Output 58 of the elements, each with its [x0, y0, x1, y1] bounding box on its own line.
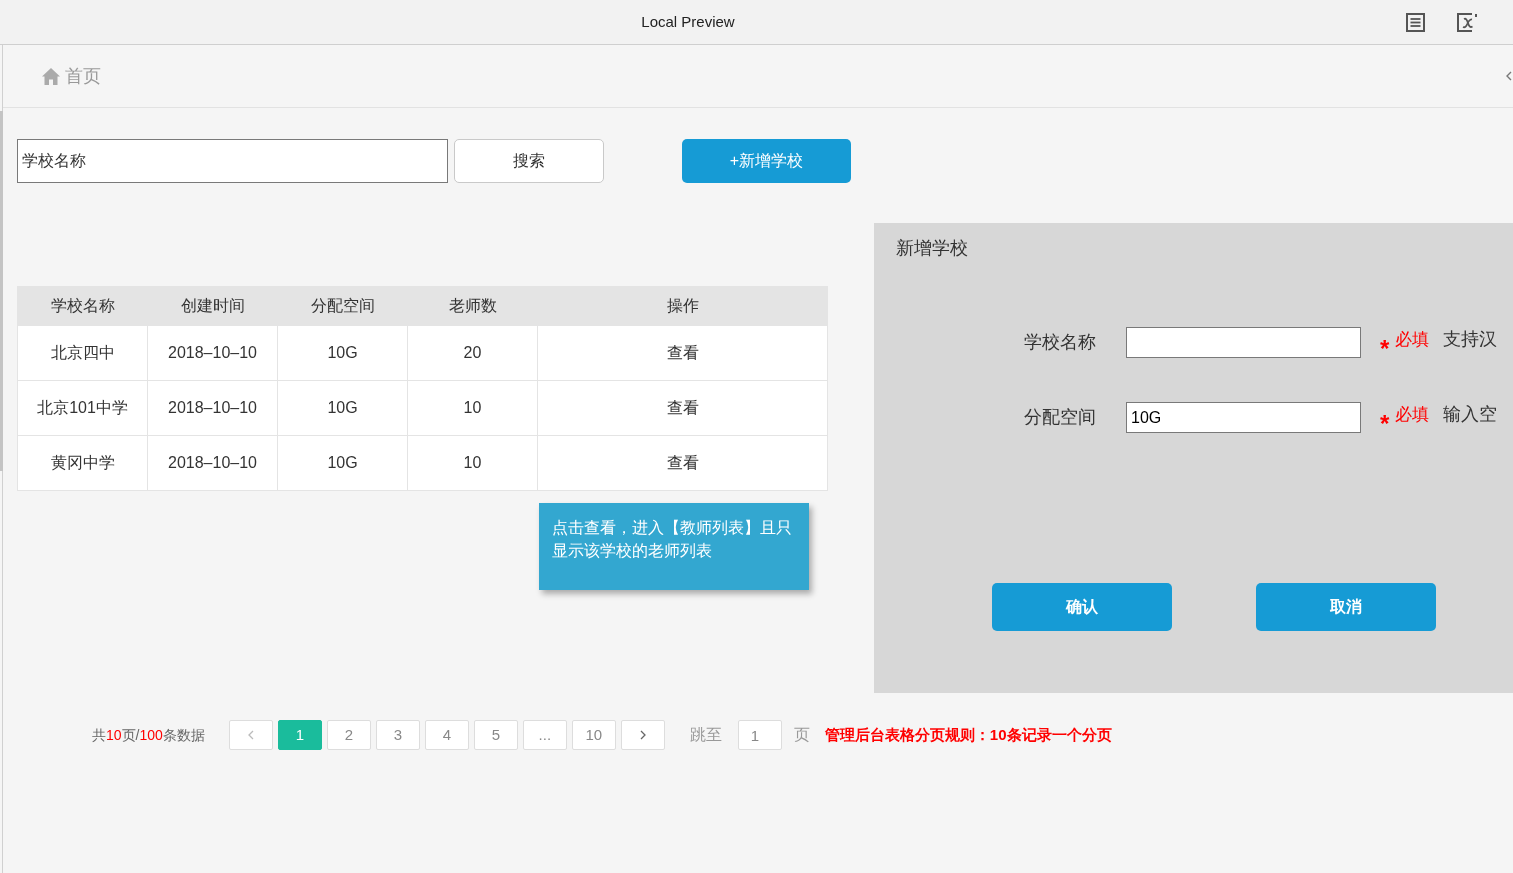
text-input-field[interactable] [1126, 327, 1361, 358]
field-label: 分配空间 [1024, 406, 1097, 429]
add-school-button[interactable]: +新增学校 [682, 139, 851, 183]
column-header: 学校名称 [17, 286, 148, 326]
view-link[interactable]: 查看 [666, 399, 699, 416]
page-unit-label: 页 [793, 725, 810, 745]
field-label: 学校名称 [1024, 331, 1097, 354]
page-button[interactable]: ... [522, 720, 567, 750]
required-asterisk: * [1380, 411, 1390, 436]
column-header: 老师数 [407, 286, 538, 326]
jump-to-label: 跳至 [689, 725, 722, 745]
table-cell: 黄冈中学 [17, 435, 148, 491]
table-cell: 10G [277, 325, 408, 381]
table-cell: 北京四中 [17, 325, 148, 381]
chevron-left-icon [247, 730, 254, 740]
chevron-right-icon [639, 730, 646, 740]
view-link[interactable]: 查看 [666, 454, 699, 471]
view-link[interactable]: 查看 [666, 344, 699, 361]
chevron-left-icon[interactable] [1506, 71, 1512, 81]
table-cell: 10G [277, 435, 408, 491]
pagination-summary: 共10页/100条数据 [92, 725, 205, 745]
search-button[interactable]: 搜索 [454, 139, 604, 183]
page-button[interactable]: 3 [375, 720, 420, 750]
table-cell: 10 [407, 435, 538, 491]
page-number-field[interactable]: 1 [737, 720, 782, 750]
page-button[interactable]: 4 [424, 720, 469, 750]
document-icon[interactable] [1406, 12, 1425, 32]
page-button[interactable]: 1 [277, 720, 322, 750]
table-cell: 2018–10–10 [147, 380, 278, 436]
table-cell: 20 [407, 325, 538, 381]
page-button[interactable]: 10 [571, 720, 616, 750]
dialog-button[interactable]: 确认 [992, 583, 1172, 631]
page-button[interactable]: 2 [326, 720, 371, 750]
field-hint: 支持汉 [1443, 328, 1498, 351]
window-title: Local Preview [641, 13, 735, 30]
scrollbar-thumb[interactable] [0, 111, 3, 471]
annotation-note: 点击查看，进入【教师列表】且只显示该学校的老师列表 [539, 503, 809, 590]
column-header: 分配空间 [277, 286, 408, 326]
column-header: 创建时间 [147, 286, 278, 326]
home-icon[interactable] [42, 67, 60, 85]
required-asterisk: * [1380, 336, 1390, 361]
required-label: 必填 [1395, 403, 1430, 426]
panel-title: 新增学校 [896, 237, 969, 260]
table-cell: 2018–10–10 [147, 435, 278, 491]
column-header: 操作 [537, 286, 828, 326]
search-field[interactable]: 学校名称 [17, 139, 448, 183]
required-label: 必填 [1395, 328, 1430, 351]
table-cell: 2018–10–10 [147, 325, 278, 381]
table-cell: 10 [407, 380, 538, 436]
field-hint: 输入空 [1443, 403, 1498, 426]
table-cell: 10G [277, 380, 408, 436]
text-input-field[interactable]: 10G [1126, 402, 1361, 433]
table-cell: 北京101中学 [17, 380, 148, 436]
formula-icon[interactable] [1457, 12, 1477, 32]
dialog-button[interactable]: 取消 [1256, 583, 1436, 631]
page-button[interactable]: 5 [473, 720, 518, 750]
pagination-rule-note: 管理后台表格分页规则：10条记录一个分页 [824, 724, 1112, 745]
breadcrumb-home-link[interactable]: 首页 [65, 62, 101, 90]
